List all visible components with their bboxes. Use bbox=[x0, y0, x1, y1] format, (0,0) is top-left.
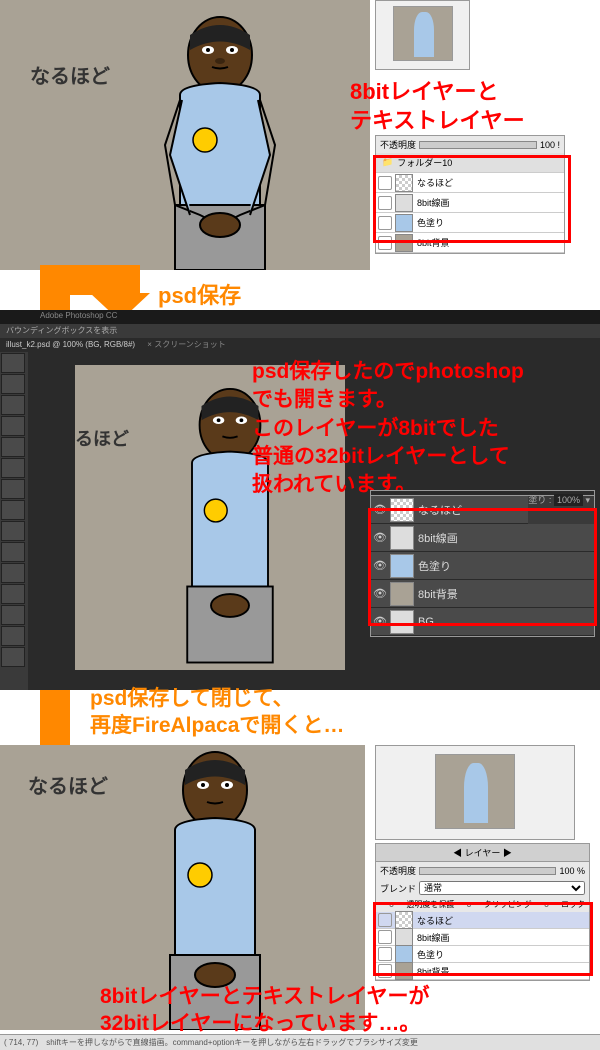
move-tool-icon[interactable] bbox=[1, 353, 25, 373]
opacity-row-1: 不透明度 100 ! bbox=[376, 136, 564, 153]
stamp-tool-icon[interactable] bbox=[1, 500, 25, 520]
ps-title-bar: Adobe Photoshop CC bbox=[0, 310, 600, 324]
character-illustration-1 bbox=[120, 5, 320, 270]
canvas-text-1: なるほど bbox=[30, 60, 110, 89]
red-highlight-2 bbox=[368, 508, 597, 626]
fa-layer-header: ◀ レイヤー ▶ bbox=[376, 844, 589, 862]
arrow1-label: psd保存 bbox=[158, 278, 241, 310]
red-highlight-3 bbox=[373, 902, 593, 976]
wand-tool-icon[interactable] bbox=[1, 416, 25, 436]
canvas-text-2: るほど bbox=[75, 425, 129, 451]
ps-options-bar[interactable]: バウンディングボックスを表示 bbox=[0, 324, 600, 338]
ps-toolbar[interactable] bbox=[0, 352, 28, 690]
annotation-3: 8bitレイヤーとテキストレイヤーが 32bitレイヤーになっています…。 bbox=[100, 983, 429, 1038]
zoom-tool-icon[interactable] bbox=[1, 647, 25, 667]
opacity-val-3: 100 % bbox=[559, 866, 585, 876]
ps-tab: illust_k2.psd @ 100% (BG, RGB/8#) bbox=[6, 340, 135, 349]
opacity-val-1: 100 ! bbox=[540, 140, 560, 150]
eraser-tool-icon[interactable] bbox=[1, 521, 25, 541]
brush-tool-icon[interactable] bbox=[1, 479, 25, 499]
ps-tab-bar[interactable]: illust_k2.psd @ 100% (BG, RGB/8#) × スクリー… bbox=[0, 338, 600, 352]
section1-preview-panel bbox=[375, 0, 470, 70]
ps-option: バウンディングボックスを表示 bbox=[6, 326, 117, 335]
section3-preview-panel bbox=[375, 745, 575, 840]
text-tool-icon[interactable] bbox=[1, 563, 25, 583]
shape-tool-icon[interactable] bbox=[1, 605, 25, 625]
opacity-label-1: 不透明度 bbox=[380, 138, 416, 151]
blend-row[interactable]: ブレンド 通常 bbox=[376, 879, 589, 897]
marquee-tool-icon[interactable] bbox=[1, 374, 25, 394]
blend-label: ブレンド bbox=[380, 882, 416, 895]
status-text: ( 714, 77) shiftキーを押しながらで直線描画。command+op… bbox=[4, 1038, 418, 1047]
annotation-2: psd保存したのでphotoshop でも開きます。 このレイヤーが8bitでし… bbox=[252, 358, 524, 500]
opacity-row-3[interactable]: 不透明度 100 % bbox=[376, 862, 589, 879]
red-highlight-1 bbox=[373, 155, 571, 243]
gradient-tool-icon[interactable] bbox=[1, 542, 25, 562]
arrow2-label: psd保存して閉じて、 再度FireAlpacaで開くと… bbox=[90, 685, 344, 740]
section1-canvas: なるほど bbox=[0, 0, 370, 270]
crop-tool-icon[interactable] bbox=[1, 437, 25, 457]
fill-label: 塗り : bbox=[528, 495, 551, 505]
eyedropper-tool-icon[interactable] bbox=[1, 458, 25, 478]
hand-tool-icon[interactable] bbox=[1, 626, 25, 646]
blend-select[interactable]: 通常 bbox=[419, 881, 585, 895]
ps-app-title: Adobe Photoshop CC bbox=[40, 311, 117, 320]
canvas-text-3: なるほど bbox=[28, 770, 108, 799]
fill-val: 100% bbox=[554, 494, 583, 506]
arrow-midbar bbox=[40, 265, 140, 295]
lasso-tool-icon[interactable] bbox=[1, 395, 25, 415]
status-bar: ( 714, 77) shiftキーを押しながらで直線描画。command+op… bbox=[0, 1034, 600, 1050]
annotation-1: 8bitレイヤーと テキストレイヤー bbox=[350, 78, 525, 135]
opacity-label-3: 不透明度 bbox=[380, 864, 416, 877]
pen-tool-icon[interactable] bbox=[1, 584, 25, 604]
